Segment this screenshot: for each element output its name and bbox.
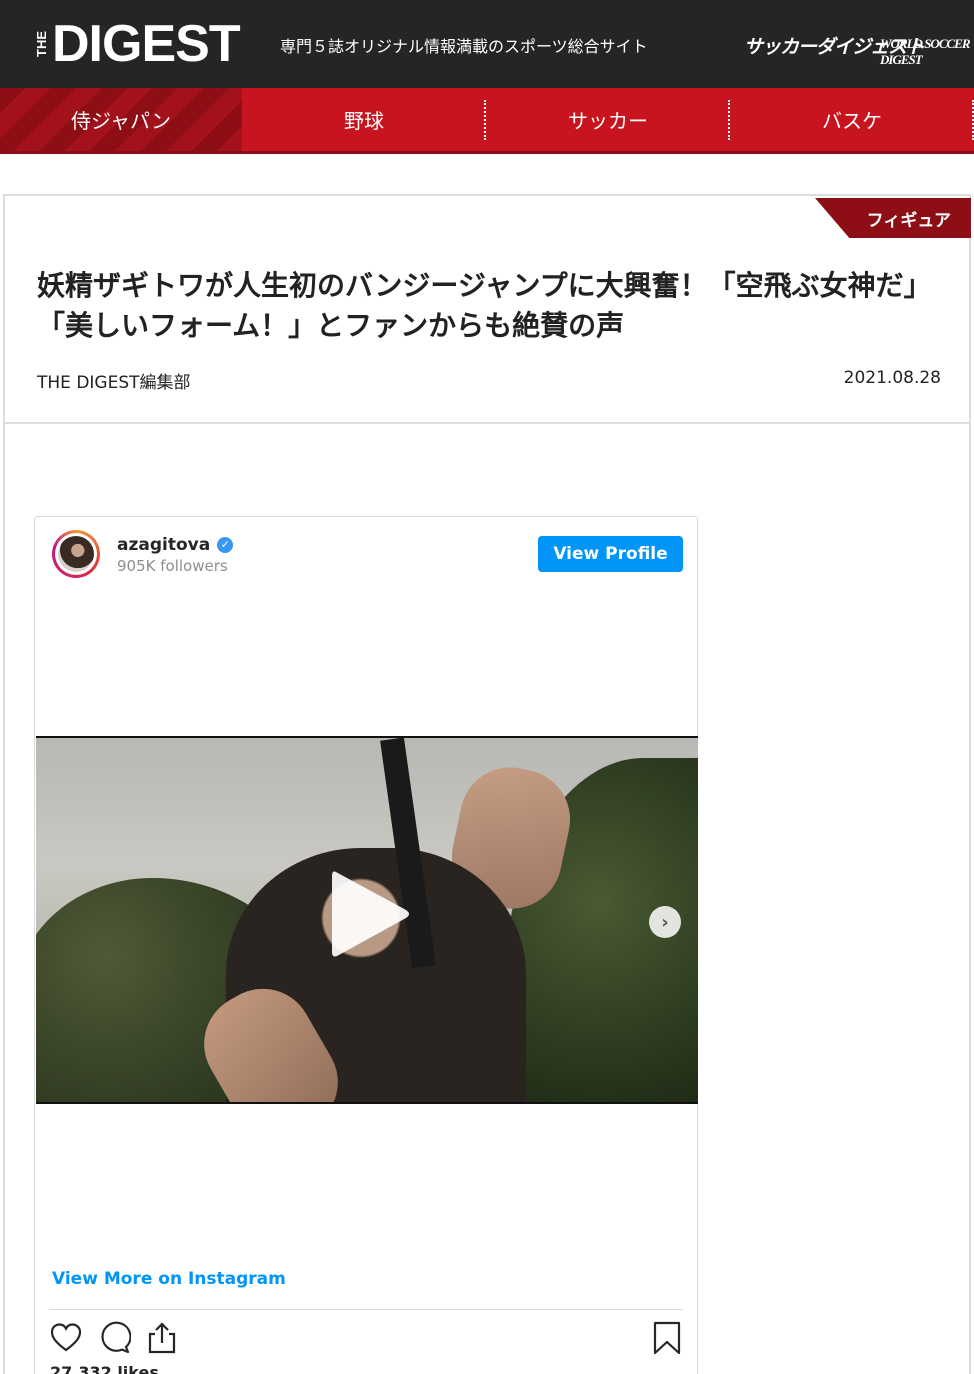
site-logo[interactable]: THE DIGEST [34,15,241,73]
instagram-username[interactable]: azagitova ✓ [117,535,234,555]
site-tagline: 専門５誌オリジナル情報満載のスポーツ総合サイト [280,37,648,56]
username-text: azagitova [117,535,211,555]
chevron-right-icon[interactable]: › [649,906,681,938]
bookmark-icon[interactable] [651,1321,683,1355]
nav-item-soccer[interactable]: サッカー [486,88,730,151]
avatar-photo [58,536,94,572]
logo-the: THE [34,31,49,57]
category-badge[interactable]: フィギュア [815,198,971,238]
action-bar [49,1321,683,1357]
nav-item-label: 侍ジャパン [71,109,171,133]
article-author: THE DIGEST編集部 [37,373,191,393]
nav-item-baseball[interactable]: 野球 [242,88,486,151]
verified-icon: ✓ [217,537,234,553]
world-soccer-digest-logo[interactable]: WORLD SOCCER DIGEST [880,36,974,68]
nav-item-samurai-japan[interactable]: 侍ジャパン [0,88,242,151]
instagram-embed: azagitova ✓ 905K followers View Profile … [34,516,698,1374]
main-nav: 侍ジャパン 野球 サッカー バスケ [0,88,974,154]
share-icon[interactable] [145,1321,179,1355]
follower-count: 905K followers [117,557,228,575]
divider [49,1309,683,1310]
nav-item-label: 野球 [344,109,384,133]
nav-item-label: バスケ [822,109,882,133]
heart-icon[interactable] [49,1321,83,1355]
play-icon[interactable] [318,864,418,964]
logo-digest: DIGEST [52,15,241,73]
comment-icon[interactable] [97,1321,131,1355]
article-title: 妖精ザギトワが人生初のバンジージャンプに大興奮！「空飛ぶ女神だ」「美しいフォーム… [37,269,932,342]
nav-item-basketball[interactable]: バスケ [730,88,974,151]
article-date: 2021.08.28 [843,368,941,388]
avatar[interactable] [52,530,100,578]
nav-item-label: サッカー [568,109,648,133]
site-header: THE DIGEST 専門５誌オリジナル情報満載のスポーツ総合サイト サッカーダ… [0,0,974,88]
like-count: 27,332 likes [50,1363,159,1374]
video-player[interactable]: › [36,736,698,1104]
view-more-link[interactable]: View More on Instagram [52,1269,286,1289]
view-profile-button[interactable]: View Profile [538,536,683,572]
article-header: フィギュア 妖精ザギトワが人生初のバンジージャンプに大興奮！「空飛ぶ女神だ」「美… [3,194,971,424]
